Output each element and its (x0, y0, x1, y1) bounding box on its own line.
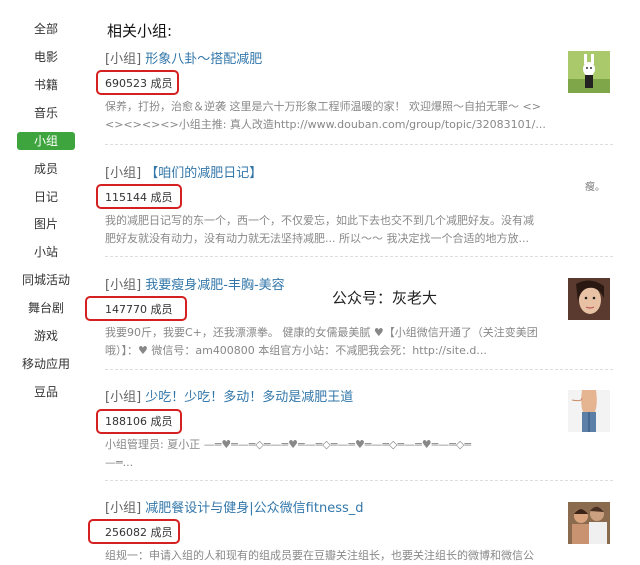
member-count: 256082 成员 (105, 526, 173, 539)
sidebar-item-all[interactable]: 全部 (0, 19, 92, 39)
group-description: 我的减肥日记写的东一个，西一个，不仅爱忘，如此下去也交不到几个减肥好友。没有减 … (105, 214, 534, 245)
group-description: 保养，打扮，治愈＆逆袭 这里是六十万形象工程师温暖的家！ 欢迎爆照～自拍无罪～ … (105, 100, 546, 131)
group-link[interactable]: 【咱们的减肥日记】 (145, 166, 262, 181)
watermark-text: 公众号：灰老大 (332, 289, 438, 307)
group-result: [小组] 少吃！少吃！多动！多动是减肥王道 188106 成员 小组管理员: 夏… (105, 388, 613, 472)
group-avatar[interactable] (568, 390, 610, 432)
group-result: [小组] 减肥餐设计与健身|公众微信fitness_d 256082 成员 组规… (105, 499, 613, 565)
group-description: 组规一：申请入组的人和现有的组成员要在豆瓣关注组长，也要关注组长的微博和微信公 (105, 549, 534, 562)
sidebar-item-apps[interactable]: 移动应用 (0, 354, 92, 374)
group-avatar[interactable] (568, 278, 610, 320)
result-divider (105, 480, 613, 481)
group-description: 小组管理员: 夏小正 —═♥═—═◇═—═♥═—═◇═—═♥═—═◇═—═♥═—… (105, 438, 471, 469)
group-description: 我要90斤，我要C+，还我漂漂拳。 健康的女儒最美腻 ♥【小组微信开通了（关注变… (105, 326, 538, 357)
sidebar-item-doupin[interactable]: 豆品 (0, 382, 92, 402)
member-count: 690523 成员 (105, 77, 173, 90)
group-title: [小组] 少吃！少吃！多动！多动是减肥王道 (105, 388, 613, 408)
group-type-label: [小组] (105, 501, 142, 516)
sidebar-item-books[interactable]: 书籍 (0, 75, 92, 95)
sidebar-item-games[interactable]: 游戏 (0, 326, 92, 346)
group-result: [小组] 【咱们的减肥日记】 115144 成员 我的减肥日记写的东一个，西一个… (105, 164, 613, 248)
group-type-label: [小组] (105, 390, 142, 405)
result-divider (105, 369, 613, 370)
group-result: [小组] 形象八卦～搭配减肥 690523 成员 保养，打扮，治愈＆逆袭 这里是… (105, 50, 613, 134)
member-count: 188106 成员 (105, 415, 173, 428)
sidebar-item-music[interactable]: 音乐 (0, 103, 92, 123)
sidebar-item-members[interactable]: 成员 (0, 159, 92, 179)
sidebar-item-sites[interactable]: 小站 (0, 242, 92, 262)
sidebar-item-events[interactable]: 同城活动 (0, 270, 92, 290)
group-avatar-text[interactable]: 瘦。 (585, 178, 605, 193)
result-divider (105, 144, 613, 145)
sidebar-item-groups[interactable]: 小组 (17, 132, 75, 150)
group-link[interactable]: 形象八卦～搭配减肥 (145, 52, 262, 67)
group-link[interactable]: 少吃！少吃！多动！多动是减肥王道 (145, 390, 353, 405)
sidebar-item-photos[interactable]: 图片 (0, 214, 92, 234)
result-divider (105, 256, 613, 257)
group-type-label: [小组] (105, 166, 142, 181)
group-title: [小组] 减肥餐设计与健身|公众微信fitness_d (105, 499, 613, 519)
group-type-label: [小组] (105, 278, 142, 293)
section-title: 相关小组: (107, 22, 173, 40)
group-avatar[interactable] (568, 51, 610, 93)
group-title: [小组] 形象八卦～搭配减肥 (105, 50, 613, 70)
group-link[interactable]: 我要瘦身减肥-丰胸-美容 (145, 278, 284, 293)
sidebar: 全部 电影 书籍 音乐 小组 成员 日记 图片 小站 同城活动 舞台剧 游戏 移… (0, 0, 92, 565)
group-type-label: [小组] (105, 52, 142, 67)
sidebar-item-drama[interactable]: 舞台剧 (0, 298, 92, 318)
member-count: 115144 成员 (105, 191, 173, 204)
sidebar-item-diary[interactable]: 日记 (0, 187, 92, 207)
group-title: [小组] 【咱们的减肥日记】 (105, 164, 613, 184)
group-avatar[interactable] (568, 502, 610, 544)
group-link[interactable]: 减肥餐设计与健身|公众微信fitness_d (145, 501, 363, 516)
sidebar-item-movies[interactable]: 电影 (0, 47, 92, 67)
